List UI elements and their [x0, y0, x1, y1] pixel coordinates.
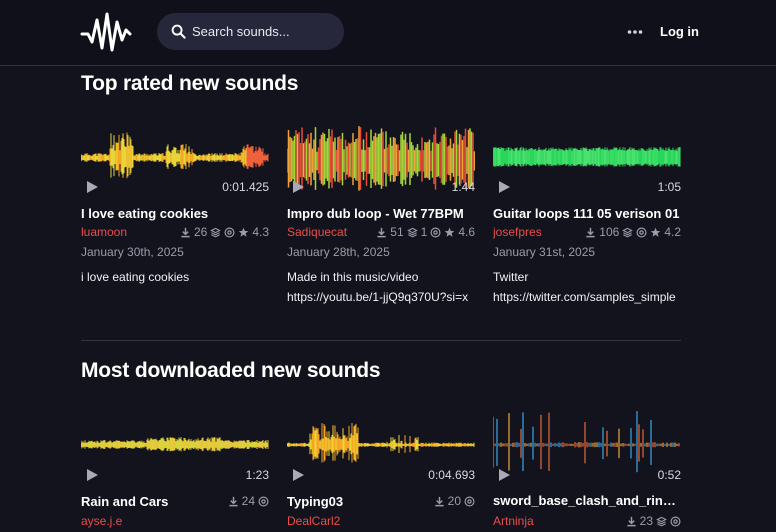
layers-icon: [210, 227, 222, 237]
play-icon[interactable]: [497, 180, 511, 194]
license-icon: [258, 496, 269, 506]
waveform-logo-icon[interactable]: [80, 12, 132, 52]
section-title-top-rated: Top rated new sounds: [81, 72, 299, 95]
site-header: Log in: [0, 0, 776, 66]
sound-card: 1:23 Rain and Cars 24 ayse.j.e: [81, 409, 269, 532]
sound-author[interactable]: ayse.j.e: [81, 514, 122, 528]
layers-icon: [622, 227, 634, 237]
download-count: 106: [599, 225, 620, 239]
login-link[interactable]: Log in: [660, 24, 699, 39]
sound-title[interactable]: I love eating cookies: [81, 206, 269, 221]
sound-title[interactable]: Impro dub loop - Wet 77BPM: [287, 206, 475, 221]
sound-title[interactable]: Rain and Cars: [81, 494, 168, 509]
section-title-most-downloaded: Most downloaded new sounds: [81, 359, 381, 382]
sound-stats: 23: [626, 514, 681, 528]
sound-meta: Sadiquecat 51 1 4.6: [287, 224, 475, 240]
sound-waveform[interactable]: [287, 122, 475, 194]
download-icon: [627, 516, 636, 526]
download-count: 26: [193, 225, 208, 239]
sound-author[interactable]: Sadiquecat: [287, 225, 347, 239]
sound-duration: 1:05: [657, 180, 681, 194]
sound-card: 0:01.425 I love eating cookies luamoon 2…: [81, 122, 269, 292]
play-icon[interactable]: [291, 180, 305, 194]
license-icon: [224, 227, 235, 237]
search-icon: [171, 24, 186, 39]
sound-description-line: Twitter: [493, 270, 529, 284]
sound-stats: 26 4.3: [180, 225, 269, 239]
sound-title-row: Rain and Cars 24: [81, 493, 269, 509]
sound-card: 0:04.693 Typing03 20 DealCarl2: [287, 409, 475, 532]
sound-meta: josefpres 106 4.2: [493, 224, 681, 240]
sound-card: 1:05 Guitar loops 111 05 verison 01 jose…: [493, 122, 681, 312]
rating-value: 4.3: [252, 225, 269, 239]
play-icon[interactable]: [85, 180, 99, 194]
download-icon: [181, 227, 190, 237]
play-icon[interactable]: [497, 468, 511, 482]
download-count: 24: [241, 494, 255, 508]
sound-waveform[interactable]: [81, 409, 269, 481]
sound-title-row: Typing03 20: [287, 493, 475, 509]
sound-duration: 0:04.693: [428, 468, 475, 482]
search-bar[interactable]: [157, 13, 344, 50]
layers-icon: [406, 227, 418, 237]
download-count: 51: [390, 225, 404, 239]
license-icon: [636, 227, 647, 237]
pack-count: 1: [420, 225, 428, 239]
sound-meta: luamoon 26 4.3: [81, 224, 269, 240]
sound-date: January 30th, 2025: [81, 245, 184, 259]
rating-value: 4.2: [664, 225, 681, 239]
sound-stats: 20: [434, 494, 475, 508]
download-icon: [377, 227, 386, 237]
license-icon: [464, 496, 475, 506]
download-icon: [435, 496, 444, 506]
search-input[interactable]: [192, 24, 332, 39]
download-count: 20: [447, 494, 461, 508]
star-icon: [445, 227, 455, 237]
sound-author[interactable]: DealCarl2: [287, 514, 340, 528]
sound-stats: 106 4.2: [585, 225, 681, 239]
sound-waveform[interactable]: [493, 409, 681, 481]
sound-duration: 1:44: [451, 180, 475, 194]
layers-icon: [656, 516, 667, 526]
sound-duration: 1:23: [245, 468, 269, 482]
more-dots-icon[interactable]: [627, 29, 643, 35]
download-icon: [229, 496, 238, 506]
sound-title[interactable]: Guitar loops 111 05 verison 01: [493, 206, 681, 221]
sound-author[interactable]: luamoon: [81, 225, 127, 239]
play-icon[interactable]: [85, 468, 99, 482]
sound-stats: 24: [228, 494, 269, 508]
sound-date: January 31st, 2025: [493, 245, 596, 259]
sound-description-line: Made in this music/video: [287, 270, 419, 284]
sound-stats: 51 1 4.6: [376, 225, 475, 239]
star-icon: [651, 227, 661, 237]
sound-author[interactable]: Artninja: [493, 514, 534, 528]
download-count: 23: [639, 514, 653, 528]
download-icon: [586, 227, 595, 237]
star-icon: [239, 227, 249, 237]
sound-date: January 28th, 2025: [287, 245, 390, 259]
sound-author[interactable]: josefpres: [493, 225, 542, 239]
license-icon: [430, 227, 441, 237]
play-icon[interactable]: [291, 468, 305, 482]
sound-meta: Artninja 23: [493, 513, 681, 529]
sound-description-link[interactable]: https://twitter.com/samples_simple: [493, 288, 681, 306]
rating-value: 4.6: [458, 225, 475, 239]
sound-duration: 0:01.425: [222, 180, 269, 194]
sound-duration: 0:52: [657, 468, 681, 482]
sound-description-line: i love eating cookies: [81, 270, 190, 284]
sound-description-link[interactable]: https://youtu.be/1-jjQ9q370U?si=x: [287, 288, 475, 306]
sound-card: 0:52 sword_base_clash_and_ring_01 Artnin…: [493, 409, 681, 532]
sound-meta: DealCarl2: [287, 513, 475, 529]
sound-title[interactable]: sword_base_clash_and_ring_01: [493, 493, 681, 508]
sound-title[interactable]: Typing03: [287, 494, 343, 509]
sound-meta: ayse.j.e: [81, 513, 269, 529]
sound-card: 1:44 Impro dub loop - Wet 77BPM Sadiquec…: [287, 122, 475, 312]
sound-waveform[interactable]: [493, 122, 681, 194]
license-icon: [670, 516, 681, 526]
section-divider: [81, 340, 681, 341]
